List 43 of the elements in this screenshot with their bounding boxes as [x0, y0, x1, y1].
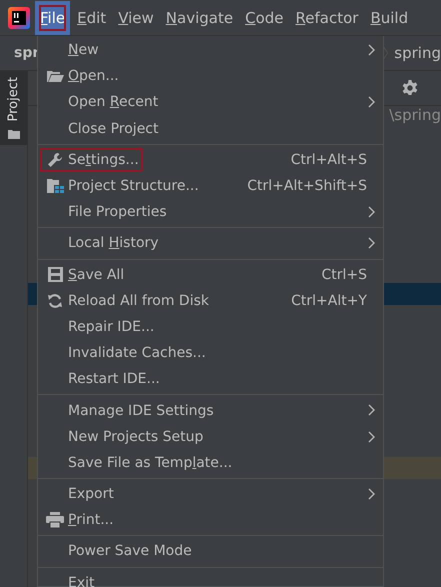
shortcut-text: Ctrl+Alt+Shift+S [247, 178, 367, 194]
menu-item[interactable]: Local History [38, 230, 383, 256]
app-logo-icon[interactable] [7, 6, 31, 30]
menu-item[interactable]: Open... [38, 63, 383, 90]
folder-icon [46, 70, 64, 83]
folder-icon [8, 129, 20, 140]
menu-item[interactable]: Settings... Ctrl+Alt+S [38, 146, 383, 173]
menu-bar-item[interactable]: File [35, 0, 70, 34]
menu-bar-item[interactable]: Code [240, 0, 289, 34]
menu-item[interactable]: File Properties [38, 199, 383, 226]
menu-bar-item[interactable]: Build [365, 0, 414, 34]
project-tool-tab[interactable]: Project [0, 71, 27, 146]
menu-item[interactable]: Print... [38, 507, 383, 534]
menu-item[interactable]: Power Save Mode [38, 538, 383, 565]
shortcut-text: Ctrl+S [321, 266, 367, 283]
path-text: \spring [389, 106, 441, 126]
menu-bar-item[interactable]: Edit [72, 0, 112, 34]
menu-item[interactable]: Exit [38, 570, 383, 587]
menu-item[interactable]: Reload All from Disk Ctrl+Alt+Y [38, 288, 383, 314]
folder-grid-icon [46, 178, 64, 194]
menu-bar-item[interactable]: View [113, 0, 159, 34]
menu-item[interactable]: Restart IDE... [38, 366, 383, 392]
menu-item[interactable]: Invalidate Caches... [38, 340, 383, 366]
menu-item[interactable]: Close Project [38, 116, 383, 142]
menu-item[interactable]: Open Recent [38, 89, 383, 116]
menu-item[interactable]: New Projects Setup [38, 424, 383, 450]
editor-tab[interactable]: spr [0, 45, 40, 61]
reload-icon [47, 292, 63, 309]
menu-bar-item[interactable]: Refactor [290, 0, 364, 34]
settings-icon[interactable] [401, 79, 419, 97]
menu-item[interactable]: Save All Ctrl+S [38, 262, 383, 288]
menu-item[interactable]: Save File as Template... [38, 450, 383, 476]
wrench-icon [47, 152, 63, 168]
menu-item[interactable]: Project Structure... Ctrl+Alt+Shift+S [38, 172, 383, 200]
menu-item[interactable]: New [38, 37, 383, 64]
printer-icon [46, 512, 64, 528]
menu-item[interactable]: Export [38, 481, 383, 508]
shortcut-text: Ctrl+Alt+Y [291, 292, 367, 309]
menu-item[interactable]: Manage IDE Settings [38, 397, 383, 424]
menu-item[interactable]: Repair IDE... [38, 314, 383, 340]
shortcut-text: Ctrl+Alt+S [290, 152, 367, 168]
breadcrumb[interactable]: spring [394, 44, 441, 62]
menu-bar-item[interactable]: Navigate [160, 0, 238, 34]
